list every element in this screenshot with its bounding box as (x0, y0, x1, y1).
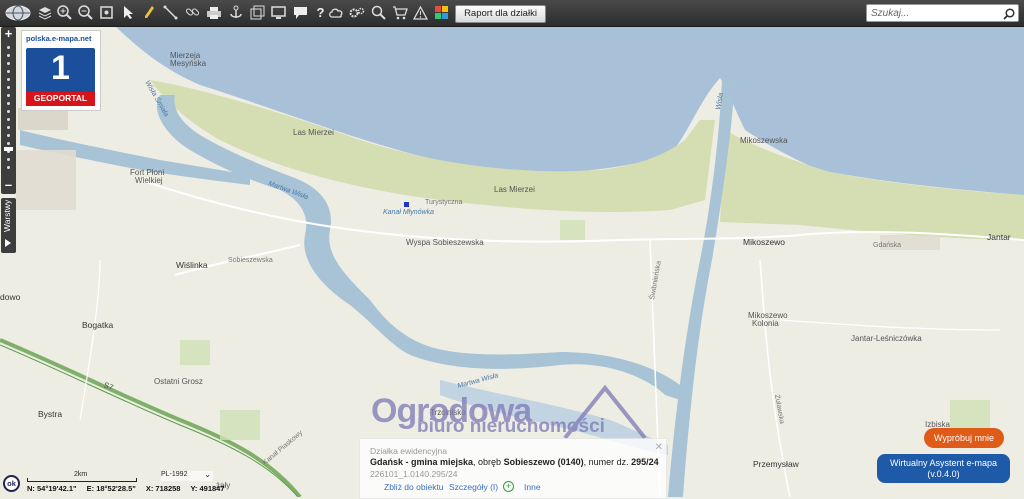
crs-value: PL-1992 (161, 471, 188, 478)
scale-bar (27, 478, 137, 482)
zoom-to-object-link[interactable]: Zbliż do obiektu (384, 482, 444, 492)
chevron-down-icon: ⌄ (204, 470, 211, 479)
assistant-version: (v.0.4.0) (927, 469, 960, 479)
label-wielkiej: Wielkiej (135, 176, 163, 185)
plus-icon[interactable]: + (503, 481, 514, 492)
scale-label: 2km (74, 471, 88, 478)
layers-tab[interactable]: Warstwy (1, 198, 16, 253)
close-icon[interactable]: ✕ (655, 442, 663, 453)
label-sobieszewska: Sobieszewska (228, 257, 273, 264)
print-icon[interactable] (205, 4, 222, 21)
cloud-icon[interactable] (327, 4, 344, 21)
settings-icon[interactable] (348, 4, 365, 21)
report-button[interactable]: Raport dla działki (455, 5, 546, 23)
try-me-button[interactable]: Wypróbuj mnie (924, 428, 1004, 448)
search-icon[interactable] (1003, 7, 1015, 25)
label-wyspa: Wyspa Sobieszewska (406, 238, 484, 247)
watermark: Ogrodowa biuro nieruchomości (365, 380, 665, 445)
popup-text-obreb: , obręb (473, 457, 504, 467)
zoom-in-icon[interactable] (56, 4, 73, 21)
label-przemyslaw: Przemysław (753, 459, 800, 469)
coord-x: X: 718258 (145, 484, 181, 493)
pen-icon[interactable] (140, 4, 157, 21)
label-dowo: dowo (0, 292, 21, 302)
coord-e: E: 18°52'28.5" (86, 484, 136, 493)
logo-text: GEOPORTAL (33, 93, 88, 103)
label-turystyczna: Turystyczna (425, 199, 463, 206)
label-kanal-mlynowka: Kanał Młynówka (383, 209, 434, 216)
screen-icon[interactable] (270, 4, 287, 21)
zoom-extent-icon[interactable] (98, 4, 115, 21)
logo-number: 1 (51, 49, 70, 87)
logo-site: polska.e-mapa.net (26, 34, 92, 43)
label-wislinka: Wiślinka (176, 260, 208, 270)
pointer-icon[interactable] (119, 4, 136, 21)
anchor-icon[interactable] (227, 4, 244, 21)
virtual-assistant-button[interactable]: Wirtualny Asystent e-mapa (v.0.4.0) (877, 454, 1010, 483)
measure-icon[interactable] (162, 4, 179, 21)
layers-icon[interactable] (36, 4, 53, 21)
toolbar: ? Raport dla działki (0, 0, 1024, 27)
label-las-mierzei-2: Las Mierzei (494, 185, 535, 194)
assistant-title: Wirtualny Asystent e-mapa (889, 458, 998, 468)
zoom-out-icon[interactable] (77, 4, 94, 21)
link-icon[interactable] (184, 4, 201, 21)
popup-parcel-number: 295/24 (631, 457, 659, 467)
popup-parcel-id: 226101_1.0140.295/24 (370, 469, 458, 479)
zoom-minus-button[interactable]: – (1, 178, 16, 191)
label-jantar: Jantar (987, 232, 1011, 242)
watermark-line2: biuro nieruchomości (417, 416, 605, 437)
popup-main-line: Gdańsk - gmina miejska, obręb Sobieszewo… (370, 457, 659, 467)
zoom-handle[interactable] (4, 147, 13, 151)
magnifier-icon[interactable] (370, 4, 387, 21)
label-jantar-lesniczowka: Jantar-Leśniczówka (851, 334, 922, 343)
search-box (866, 4, 1019, 22)
ok-button[interactable]: ok (3, 475, 20, 492)
coordinates-readout: N: 54°19'42.1" E: 18°52'28.5" X: 718258 Y: … (27, 484, 235, 493)
expand-arrow-icon (5, 239, 11, 247)
label-gdanska: Gdańska (873, 242, 901, 249)
label-las-mierzei-1: Las Mierzei (293, 128, 334, 137)
parcel-marker[interactable] (404, 202, 409, 207)
label-mikoszewska: Mikoszewska (740, 136, 788, 145)
search-input[interactable] (871, 6, 996, 20)
label-ostatni-grosz: Ostatni Grosz (154, 377, 203, 386)
geoportal-logo[interactable]: polska.e-mapa.net 1 GEOPORTAL (21, 30, 101, 111)
details-link[interactable]: Szczegóły (I) (449, 482, 498, 492)
popup-text-numer: , numer dz. (583, 457, 632, 467)
comment-icon[interactable] (292, 4, 309, 21)
coord-n: N: 54°19'42.1" (27, 484, 77, 493)
coord-y: Y: 491847 (190, 484, 225, 493)
popup-heading: Działka ewidencyjna (370, 446, 448, 456)
label-mikoszewo-kolonia-2: Kolonia (752, 319, 779, 328)
layers-tab-label: Warstwy (2, 199, 12, 232)
grid-icon[interactable] (433, 4, 450, 21)
label-bogatka: Bogatka (82, 320, 113, 330)
other-link[interactable]: Inne (524, 482, 541, 492)
cart-icon[interactable] (391, 4, 408, 21)
warning-icon[interactable] (412, 4, 429, 21)
label-mesynska: Mesyńska (170, 59, 207, 68)
parcel-popup: Działka ewidencyjna Gdańsk - gmina miejs… (359, 438, 667, 499)
globe-icon[interactable] (4, 4, 32, 21)
zoom-plus-button[interactable]: + (1, 27, 16, 40)
label-mikoszewo: Mikoszewo (743, 237, 785, 247)
crs-select[interactable]: PL-1992 ⌄ (161, 470, 213, 481)
zoom-slider[interactable]: + – (1, 27, 16, 194)
export-icon[interactable] (249, 4, 266, 21)
label-bystra: Bystra (38, 409, 62, 419)
popup-municipality: Gdańsk - gmina miejska (370, 457, 474, 467)
popup-obreb: Sobieszewo (0140) (503, 457, 584, 467)
